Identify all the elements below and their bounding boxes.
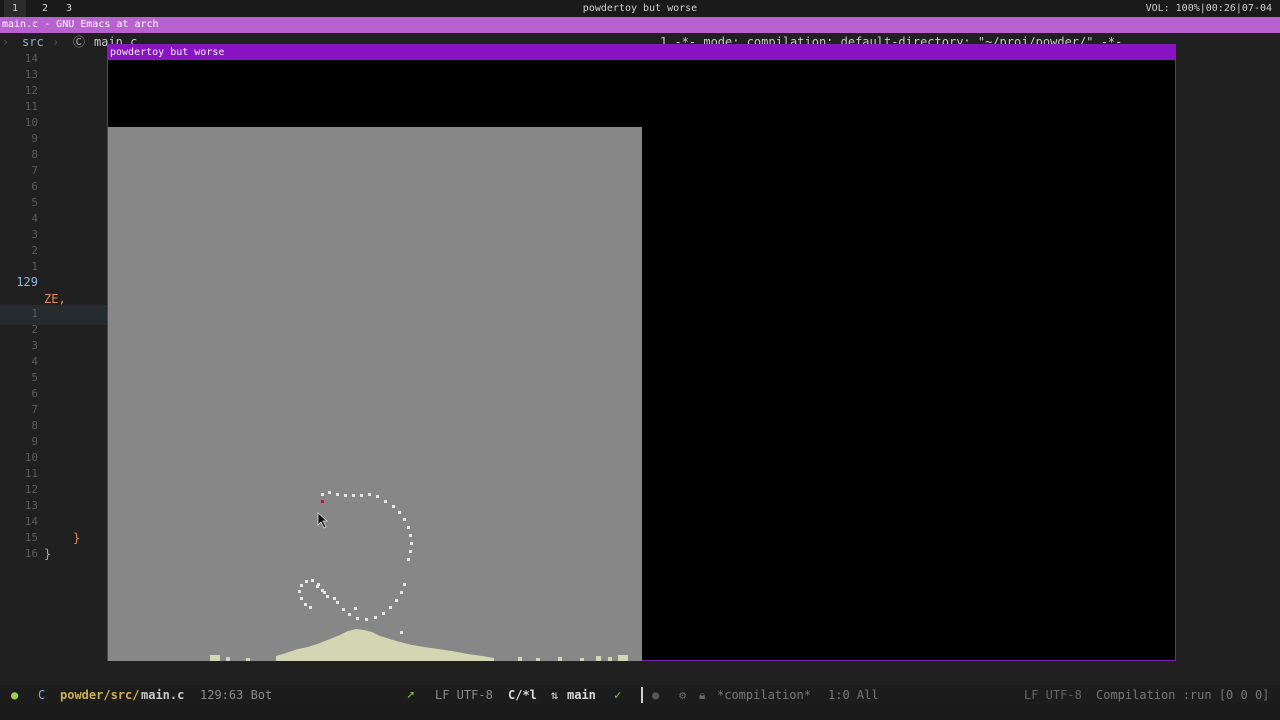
line-number: 6 bbox=[31, 387, 38, 400]
line-number: 16 bbox=[24, 547, 38, 560]
emacs-modeline: ● C powder/src/ main.c 129:63 Bot ➚ LF U… bbox=[0, 685, 1280, 705]
lock-icon: 🔒︎ bbox=[699, 688, 706, 702]
selected-particle bbox=[321, 500, 324, 503]
line-number: 4 bbox=[31, 355, 38, 368]
compilation-buffer-position: 1:0 All bbox=[828, 688, 879, 702]
rocket-icon: ➚ bbox=[407, 688, 415, 702]
line-number: 10 bbox=[24, 451, 38, 464]
buffer-path-dir[interactable]: powder/src/ bbox=[60, 685, 139, 705]
current-line-number: 129 bbox=[16, 275, 38, 289]
line-number: 5 bbox=[31, 196, 38, 209]
line-number: 10 bbox=[24, 116, 38, 129]
top-bar: 1 2 3 powdertoy but worse VOL: 100%|00:2… bbox=[0, 0, 1280, 17]
c-language-icon: C bbox=[38, 688, 46, 702]
line-number: 4 bbox=[31, 212, 38, 225]
line-number: 13 bbox=[24, 499, 38, 512]
line-number: 11 bbox=[24, 100, 38, 113]
compilation-status: Compilation :run [0 0 0] bbox=[1096, 688, 1270, 702]
line-number: 5 bbox=[31, 371, 38, 384]
line-number: 13 bbox=[24, 68, 38, 81]
code-fragment: } bbox=[44, 547, 52, 561]
line-number: 3 bbox=[31, 339, 38, 352]
line-number: 14 bbox=[24, 515, 38, 528]
line-number: 2 bbox=[31, 244, 38, 257]
buffer-file-name[interactable]: main.c bbox=[141, 685, 184, 705]
encoding[interactable]: LF UTF-8 bbox=[435, 685, 493, 705]
c-file-icon: Ⓒ bbox=[73, 35, 86, 49]
compilation-encoding[interactable]: LF UTF-8 bbox=[1024, 685, 1082, 705]
game-window[interactable]: powdertoy but worse bbox=[107, 44, 1176, 661]
line-number: 1 bbox=[31, 307, 38, 320]
game-window-title: powdertoy but worse bbox=[108, 45, 1175, 60]
line-number: 1 bbox=[31, 260, 38, 273]
chevron-right-icon: › bbox=[2, 35, 10, 49]
line-number: 9 bbox=[31, 132, 38, 145]
line-number: 8 bbox=[31, 148, 38, 161]
line-number: 12 bbox=[24, 483, 38, 496]
compilation-buffer-name[interactable]: *compilation* bbox=[717, 685, 811, 705]
inactive-indicator-icon: ● bbox=[652, 688, 660, 702]
line-number: 7 bbox=[31, 403, 38, 416]
window-divider bbox=[641, 687, 643, 703]
line-number: 11 bbox=[24, 467, 38, 480]
line-number: 3 bbox=[31, 228, 38, 241]
check-icon: ✓ bbox=[614, 688, 622, 702]
particle-trail bbox=[298, 491, 413, 634]
gear-icon: ⚙ bbox=[679, 688, 687, 702]
mouse-cursor-icon bbox=[317, 512, 329, 529]
modified-indicator: ● bbox=[11, 688, 19, 702]
line-number: 15 bbox=[24, 531, 38, 544]
git-branch-icon: ⇅ bbox=[551, 688, 559, 702]
breadcrumb-dir[interactable]: src bbox=[22, 33, 44, 51]
sand-pile bbox=[276, 629, 494, 661]
line-number: 2 bbox=[31, 323, 38, 336]
line-number: 7 bbox=[31, 164, 38, 177]
code-fragment: } bbox=[73, 531, 81, 545]
line-number: 9 bbox=[31, 435, 38, 448]
cursor-position: 129:63 Bot bbox=[200, 688, 273, 702]
simulation-canvas[interactable] bbox=[108, 127, 642, 661]
line-number: 14 bbox=[24, 52, 38, 65]
git-branch[interactable]: main bbox=[567, 685, 596, 705]
system-status: VOL: 100%|00:26|07-04 bbox=[1145, 3, 1272, 14]
line-number: 8 bbox=[31, 419, 38, 432]
code-fragment: ZE, bbox=[44, 292, 66, 306]
echo-area[interactable] bbox=[0, 705, 1280, 720]
line-number: 6 bbox=[31, 180, 38, 193]
chevron-right-icon: › bbox=[52, 35, 60, 49]
particle-layer bbox=[210, 491, 628, 661]
emacs-frame-title: main.c - GNU Emacs at arch bbox=[0, 17, 1280, 33]
focused-window-title: powdertoy but worse bbox=[582, 3, 698, 14]
line-number: 12 bbox=[24, 84, 38, 97]
major-mode[interactable]: C/*l bbox=[508, 685, 537, 705]
